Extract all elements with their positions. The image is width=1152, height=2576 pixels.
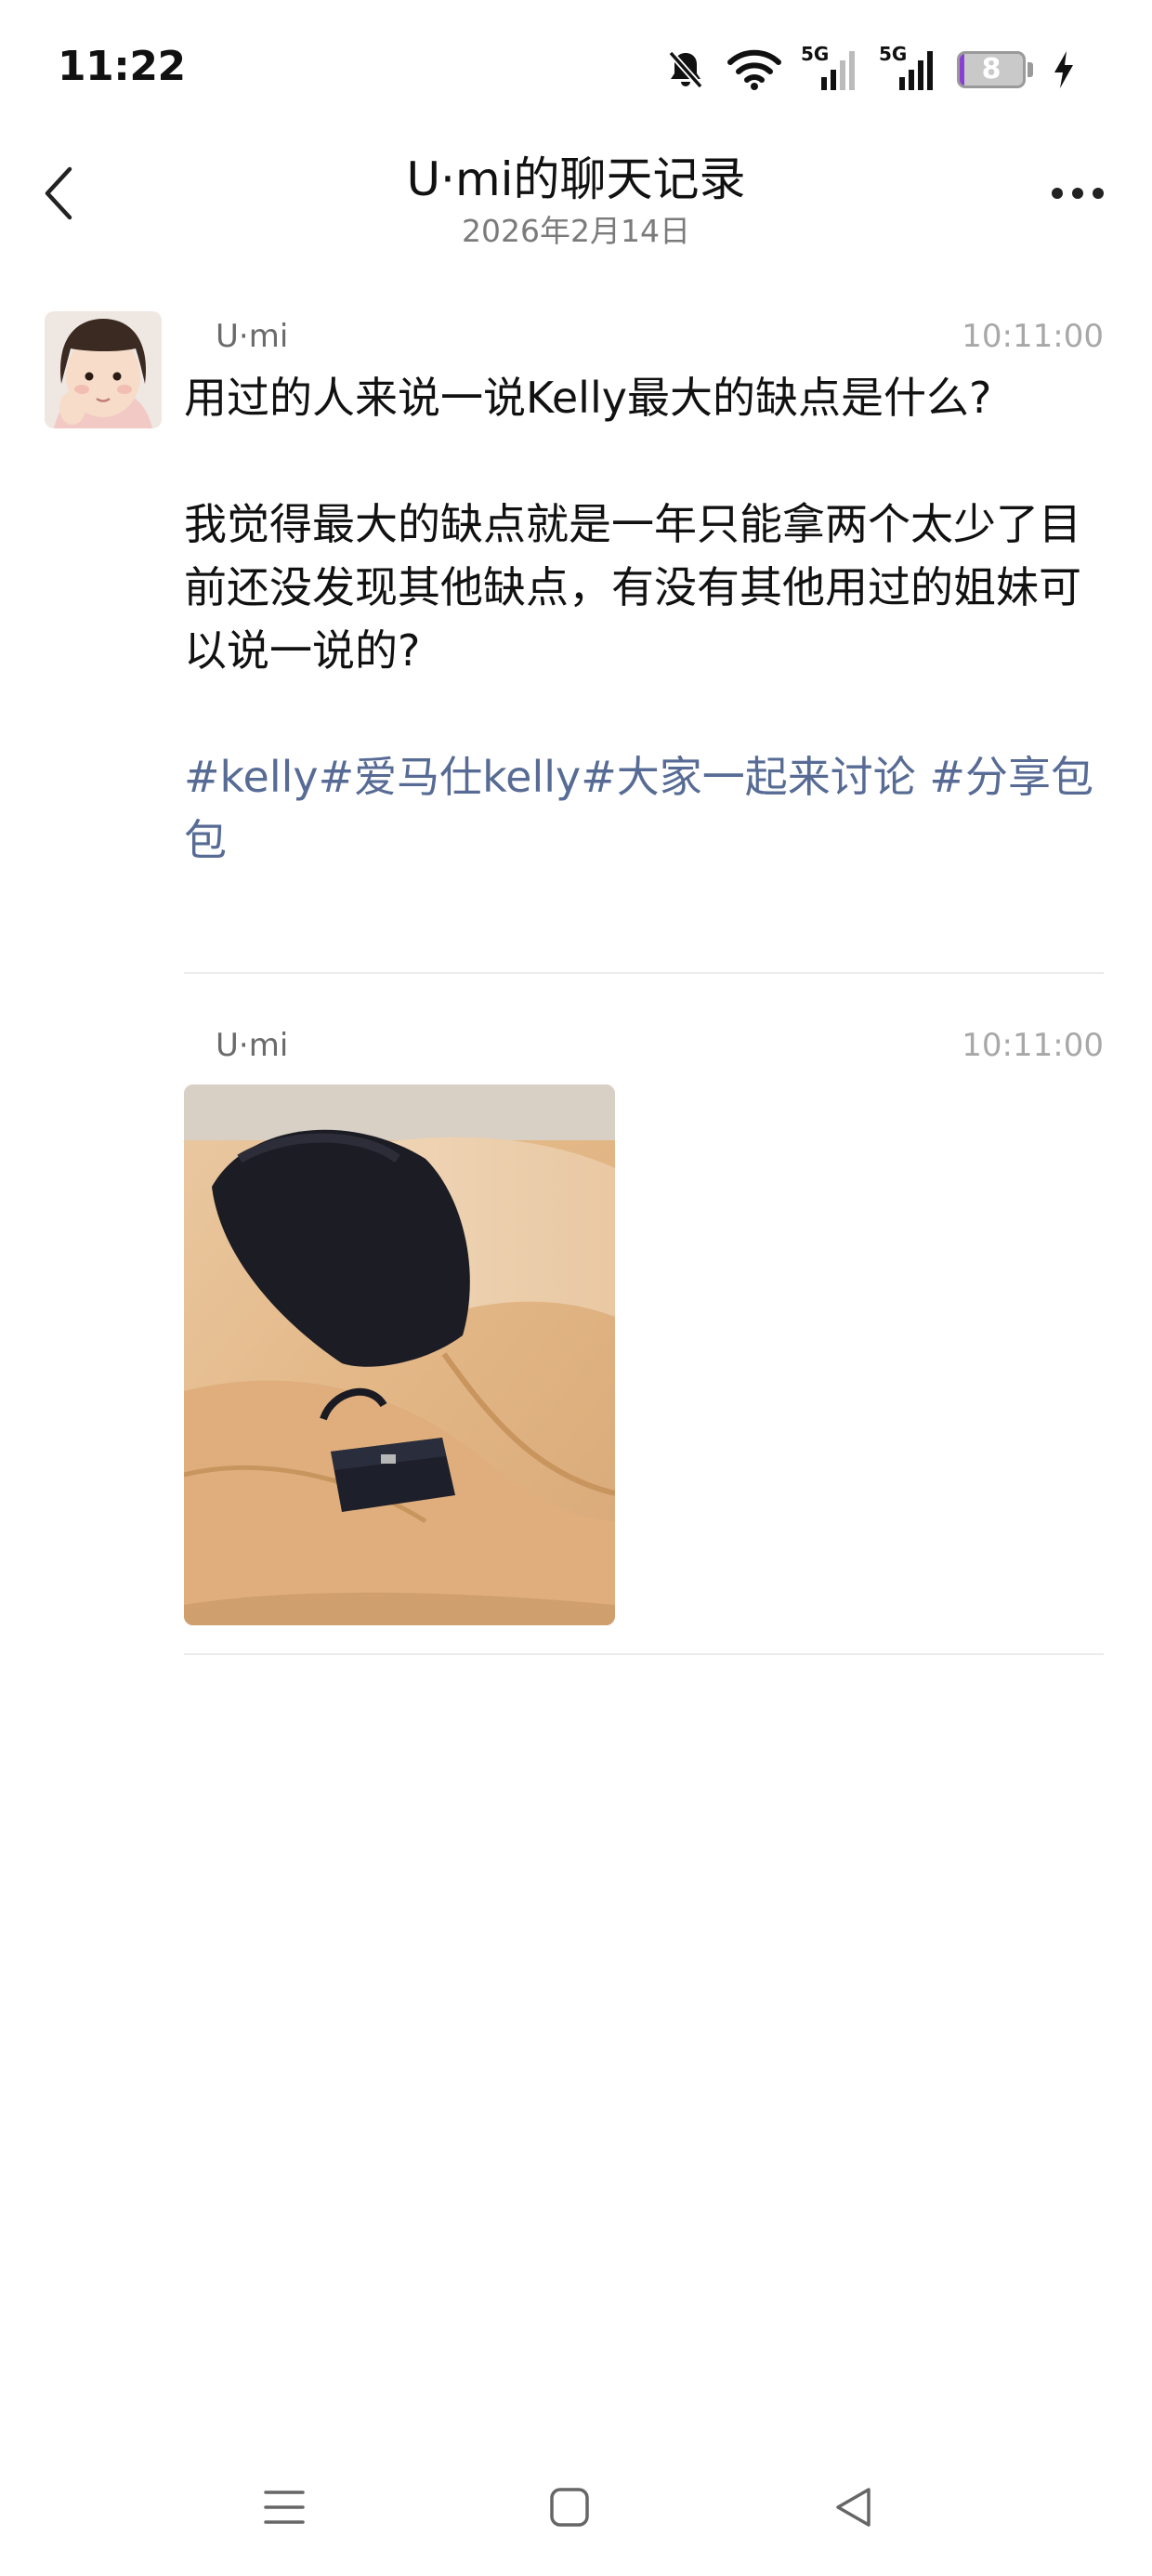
nav-menu-button[interactable] (238, 2472, 331, 2546)
message-paragraph: 我觉得最大的缺点就是一年只能拿两个太少了目前还没发现其他缺点，有没有其他用过的姐… (184, 499, 1081, 676)
avatar[interactable] (45, 311, 162, 428)
chat-message-image[interactable]: U·mi 10:11:00 (184, 1025, 1104, 1657)
message-divider (184, 972, 1104, 974)
signal-5g-icon: 5G (879, 44, 938, 94)
charging-bolt-icon (1052, 49, 1076, 90)
system-nav-bar (0, 2453, 1152, 2565)
message-divider (184, 1653, 1104, 1655)
menu-icon (263, 2489, 306, 2530)
message-hashtags[interactable]: #kelly#爱马仕kelly#大家一起来讨论 #分享包包 (184, 745, 1094, 872)
battery-level: 8 (981, 53, 1001, 85)
wifi-icon (727, 47, 782, 92)
more-options-button[interactable] (1041, 167, 1115, 223)
nav-back-button[interactable] (806, 2472, 899, 2546)
back-triangle-icon (832, 2486, 873, 2532)
message-time: 10:11:00 (962, 1027, 1104, 1064)
signal-5g-icon: 5G (801, 44, 860, 94)
more-dots-icon (1050, 186, 1106, 204)
record-date: 2026年2月14日 (462, 213, 690, 249)
nav-home-button[interactable] (523, 2472, 616, 2546)
mute-bell-icon (663, 47, 708, 92)
home-square-icon (549, 2487, 590, 2531)
message-photo[interactable] (184, 1084, 615, 1625)
photo-black-kelly-bag-on-leather-seat (184, 1084, 615, 1625)
battery-cap (1028, 62, 1033, 77)
message-paragraph: 用过的人来说一说Kelly最大的缺点是什么? (184, 373, 992, 423)
chat-record-header: U·mi的聊天记录 2026年2月14日 (0, 139, 1152, 260)
status-time: 11:22 (58, 43, 186, 90)
message-sender: U·mi (216, 318, 289, 355)
message-sender: U·mi (216, 1027, 289, 1064)
status-icons: 5G 5G 8 (663, 37, 1076, 102)
chat-message-text[interactable]: U·mi 10:11:00 用过的人来说一说Kelly最大的缺点是什么? 我觉得… (184, 316, 1104, 976)
message-body[interactable]: 用过的人来说一说Kelly最大的缺点是什么? 我觉得最大的缺点就是一年只能拿两个… (184, 366, 1094, 872)
message-time: 10:11:00 (962, 318, 1104, 355)
page-title: U·mi的聊天记录 (406, 152, 746, 206)
battery-icon: 8 (957, 51, 1026, 88)
status-bar: 11:22 5G 5G 8 (0, 0, 1152, 139)
